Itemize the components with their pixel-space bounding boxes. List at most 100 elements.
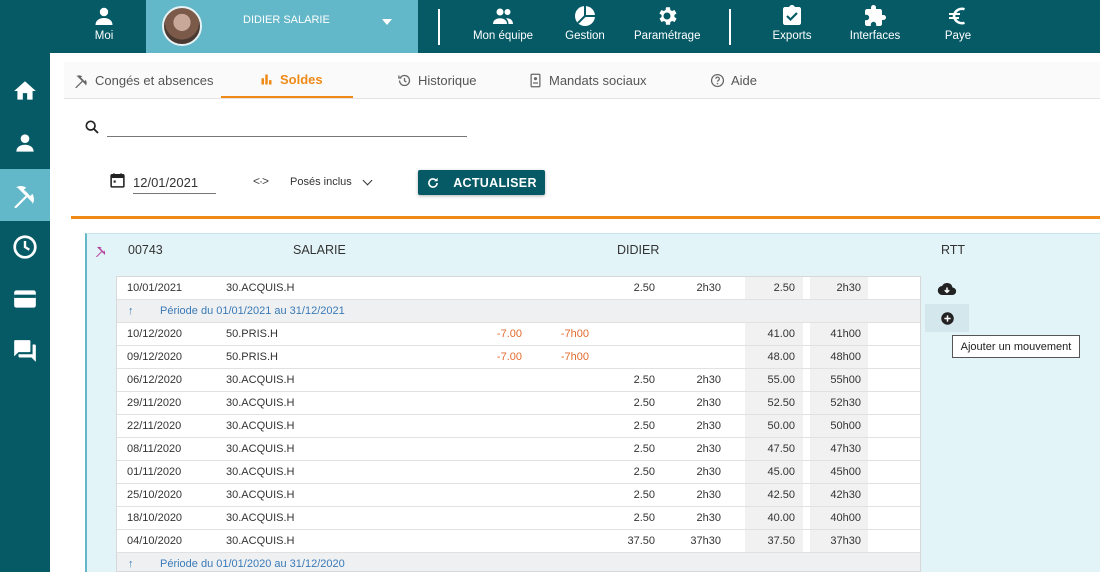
avatar [162,6,202,46]
movement-code: 30.ACQUIS.H [226,489,295,501]
nav-paye-label: Paye [944,30,972,42]
tab-conges[interactable]: Congés et absences [74,62,214,98]
posed-filter-select[interactable]: Posés inclus [283,171,377,193]
nav-exports[interactable]: Exports [772,0,812,53]
tab-soldes[interactable]: Soldes [221,62,353,98]
nav-paye[interactable]: Paye [942,0,974,53]
debit-hours [537,415,589,437]
balance-hours: 48h00 [830,351,861,363]
cloud-download-icon[interactable] [937,280,957,298]
tab-mandats[interactable]: Mandats sociaux [528,62,647,98]
add-circle-icon [940,311,954,325]
movement-code: 30.ACQUIS.H [226,282,295,294]
movement-code: 50.PRIS.H [226,351,278,363]
tab-soldes-label: Soldes [280,71,323,87]
nav-interfaces[interactable]: Interfaces [849,0,901,53]
debit-decimal [472,415,522,437]
left-sidebar [0,53,50,572]
nav-gestion-label: Gestion [565,30,605,42]
team-icon [493,8,513,24]
calendar-icon [110,173,125,188]
umbrella-icon [96,246,106,257]
balance-decimal: 50.00 [767,420,795,432]
tooltip: Ajouter un mouvement [952,335,1080,358]
nav-mon-equipe[interactable]: Mon équipe [472,0,534,53]
movements-table: 10/01/2021 30.ACQUIS.H 2.50 2h30 2.50 2h30 ↑ Pé… [116,276,921,572]
period-label: Période du 01/01/2021 au 31/12/2021 [160,305,345,317]
tab-historique-label: Historique [418,72,477,88]
arrow-up-icon: ↑ [128,305,134,317]
balance-decimal: 2.50 [773,282,795,294]
beach-umbrella-icon [14,186,34,208]
person-icon [95,7,113,25]
credit-hours: 2h30 [696,420,721,432]
period-header-row[interactable]: ↑ Période du 01/01/2020 au 31/12/2020 [117,553,920,571]
credit-hours: 2h30 [696,443,721,455]
nav-interfaces-label: Interfaces [849,30,901,42]
table-row: 18/10/2020 30.ACQUIS.H 2.50 2h30 40.00 40h00 [117,507,920,530]
nav-mon-equipe-label: Mon équipe [472,30,534,42]
sidebar-item-payment[interactable] [0,273,50,325]
movement-code: 30.ACQUIS.H [226,443,295,455]
balance-hours: 42h30 [830,489,861,501]
home-icon [14,81,36,100]
debit-hours [537,461,589,483]
period-header-row[interactable]: ↑ Période du 01/01/2021 au 31/12/2021 [117,300,920,323]
user-name: DIDIER SALARIE [243,14,330,26]
tab-mandats-label: Mandats sociaux [549,72,647,88]
balance-decimal: 40.00 [767,512,795,524]
balance-hours: 47h30 [830,443,861,455]
sidebar-item-messages[interactable] [0,325,50,377]
refresh-button-label: ACTUALISER [453,175,537,190]
credit-hours: 2h30 [696,282,721,294]
credit-hours: 2h30 [696,397,721,409]
credit-hours: 2h30 [696,374,721,386]
user-selector[interactable]: DIDIER SALARIE [146,0,418,53]
credit-hours: 2h30 [696,489,721,501]
balance-decimal: 37.50 [767,535,795,547]
debit-hours: -7h00 [560,328,589,340]
credit-decimal: 2.50 [633,443,655,455]
debit-decimal [472,484,522,506]
sidebar-item-home[interactable] [0,65,50,117]
tab-historique[interactable]: Historique [397,62,477,98]
search-input[interactable] [107,117,467,137]
debit-decimal [472,507,522,529]
debit-hours [537,507,589,529]
movement-code: 30.ACQUIS.H [226,397,295,409]
badge-icon [530,73,541,87]
debit-hours [537,369,589,391]
sidebar-item-history[interactable] [0,221,50,273]
tab-aide[interactable]: Aide [710,62,757,98]
balance-decimal: 48.00 [767,351,795,363]
balance-decimal: 55.00 [767,374,795,386]
balance-hours: 41h00 [830,328,861,340]
movement-date: 01/11/2020 [127,466,182,478]
nav-parametrage-label: Paramétrage [634,30,701,42]
debit-decimal [472,530,522,552]
table-row: 25/10/2020 30.ACQUIS.H 2.50 2h30 42.50 42h30 [117,484,920,507]
nav-parametrage[interactable]: Paramétrage [634,0,700,53]
add-movement-button[interactable] [925,304,969,332]
balance-hours: 52h30 [830,397,861,409]
nav-gestion[interactable]: Gestion [562,0,608,53]
umbrella-icon [75,74,87,88]
chevron-down-icon [362,175,373,186]
table-row: 22/11/2020 30.ACQUIS.H 2.50 2h30 50.00 50h00 [117,415,920,438]
nav-moi[interactable]: Moi [84,0,124,53]
sidebar-item-absences[interactable] [0,169,50,221]
clock-icon [13,235,37,259]
credit-hours [669,323,721,345]
debit-hours [537,530,589,552]
employee-last-name: SALARIE [293,243,346,257]
tab-conges-label: Congés et absences [95,72,214,88]
date-field[interactable] [133,172,216,194]
debit-decimal [472,461,522,483]
refresh-button[interactable]: ACTUALISER [418,170,545,195]
sidebar-item-profile[interactable] [0,117,50,169]
movement-date: 09/12/2020 [127,351,183,363]
chevron-down-icon [382,19,392,25]
movement-date: 29/11/2020 [127,397,182,409]
movement-code: 30.ACQUIS.H [226,466,295,478]
balance-decimal: 42.50 [767,489,795,501]
